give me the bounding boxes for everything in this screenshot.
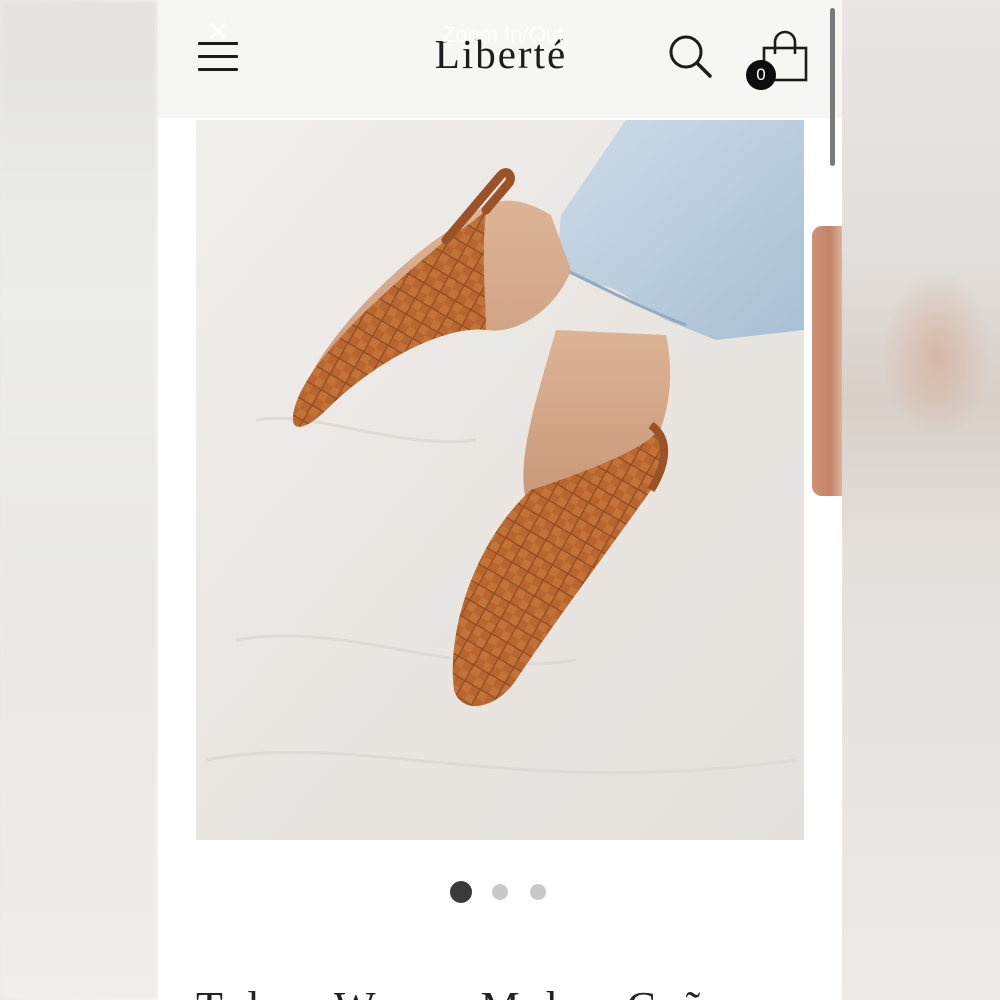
site-header: ✕ Liberté Zoom In/Out 0 [158,0,842,166]
carousel-dot-3[interactable] [530,884,546,900]
carousel-dot-2[interactable] [492,884,508,900]
zoom-in-out-label[interactable]: Zoom In/Out [398,22,608,48]
product-title: Tulum Woven Mules, Coñac [196,982,836,1000]
hamburger-menu-icon[interactable]: ✕ [198,18,240,76]
mobile-screen: ✕ Liberté Zoom In/Out 0 [158,0,842,1000]
carousel-dot-1[interactable] [450,881,472,903]
carousel-pagination [158,880,842,904]
scrollbar-thumb[interactable] [830,8,835,166]
product-photo [196,120,804,840]
blurred-background-left [0,0,158,1000]
cart-count-badge: 0 [746,60,776,90]
close-icon[interactable]: ✕ [200,18,236,46]
blurred-background-right [842,0,1000,1000]
product-image[interactable] [196,120,804,840]
search-icon[interactable] [666,32,714,80]
next-image-preview[interactable] [812,226,842,496]
